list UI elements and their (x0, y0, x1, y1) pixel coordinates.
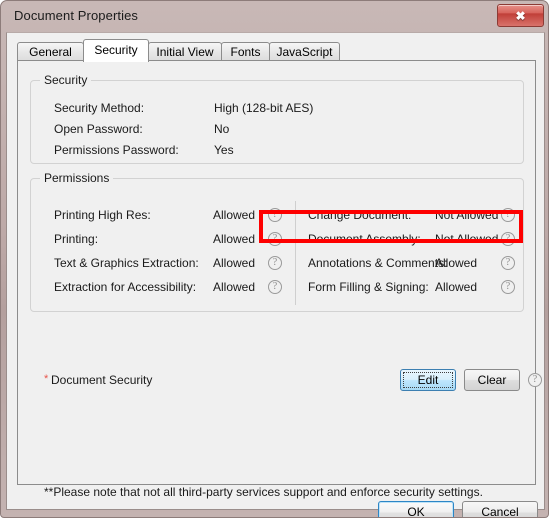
perm-change-document-label: Change Document: (308, 208, 412, 222)
ok-button[interactable]: OK (378, 501, 454, 518)
perm-printing-high-res-label: Printing High Res: (54, 208, 151, 222)
perm-text-graphics-extraction-value: Allowed (213, 256, 256, 270)
security-method-label: Security Method: (54, 101, 145, 115)
perm-printing-high-res-value: Allowed (213, 208, 256, 222)
perm-document-assembly-label: Document Assembly: (308, 232, 421, 246)
help-icon-document-assembly[interactable]: ? (501, 232, 515, 246)
perm-printing-value: Allowed (213, 232, 256, 246)
help-icon-extraction-accessibility[interactable]: ? (268, 280, 282, 294)
security-groupbox-legend: Security (40, 73, 92, 87)
tab-security[interactable]: Security (83, 39, 149, 62)
security-tab-page: Security Security Method: High (128-bit … (17, 60, 542, 499)
perm-form-filling-signing-value: Allowed (435, 280, 478, 294)
permissions-groupbox: Permissions Printing High Res: Allowed ?… (30, 171, 524, 312)
perm-form-filling-signing-label: Form Filling & Signing: (308, 280, 429, 294)
perm-document-assembly-value: Not Allowed* (435, 232, 506, 246)
perm-extraction-accessibility-value: Allowed (213, 280, 256, 294)
document-properties-dialog: Document Properties ✖ General Security I… (0, 0, 549, 518)
open-password-value: No (214, 122, 230, 136)
perm-extraction-accessibility-label: Extraction for Accessibility: (54, 280, 197, 294)
help-icon-form-filling-signing[interactable]: ? (501, 280, 515, 294)
perm-printing-label: Printing: (54, 232, 99, 246)
title-bar[interactable]: Document Properties ✖ (1, 1, 548, 32)
dialog-client-area: General Security Initial View Fonts Java… (6, 32, 545, 517)
security-groupbox: Security Security Method: High (128-bit … (30, 73, 524, 164)
document-security-label: Document Security (51, 373, 153, 387)
help-icon-change-document[interactable]: ? (501, 208, 515, 222)
permissions-password-label: Permissions Password: (54, 143, 179, 157)
clear-button[interactable]: Clear (464, 369, 520, 391)
permissions-column-divider (295, 201, 296, 305)
cancel-button[interactable]: Cancel (462, 501, 538, 518)
window-title: Document Properties (14, 8, 139, 23)
help-icon-text-graphics-extraction[interactable]: ? (268, 256, 282, 270)
ok-button-label: OK (407, 505, 425, 518)
tab-initial-view[interactable]: Initial View (148, 42, 222, 61)
focus-ring (403, 372, 453, 388)
perm-text-graphics-extraction-label: Text & Graphics Extraction: (54, 256, 199, 270)
open-password-label: Open Password: (54, 122, 143, 136)
perm-change-document-value: Not Allowed* (435, 208, 506, 222)
perm-annotations-comments-value: Allowed (435, 256, 478, 270)
help-icon-printing-high-res[interactable]: ? (268, 208, 282, 222)
permissions-groupbox-legend: Permissions (40, 171, 114, 185)
tab-fonts[interactable]: Fonts (221, 42, 270, 61)
cancel-button-label: Cancel (481, 505, 519, 518)
close-icon: ✖ (515, 8, 526, 23)
permissions-password-value: Yes (214, 143, 234, 157)
security-method-value: High (128-bit AES) (214, 101, 314, 115)
help-icon-document-security[interactable]: ? (528, 373, 542, 387)
clear-button-label: Clear (477, 373, 507, 387)
document-security-asterisk: * (44, 373, 49, 385)
help-icon-printing[interactable]: ? (268, 232, 282, 246)
edit-button[interactable]: Edit (400, 369, 456, 391)
help-icon-annotations-comments[interactable]: ? (501, 256, 515, 270)
tab-general[interactable]: General (17, 42, 84, 61)
perm-annotations-comments-label: Annotations & Comments: (308, 256, 448, 270)
close-button[interactable]: ✖ (497, 4, 544, 27)
tab-javascript[interactable]: JavaScript (269, 42, 340, 61)
footnote-text: **Please note that not all third-party s… (44, 485, 483, 499)
